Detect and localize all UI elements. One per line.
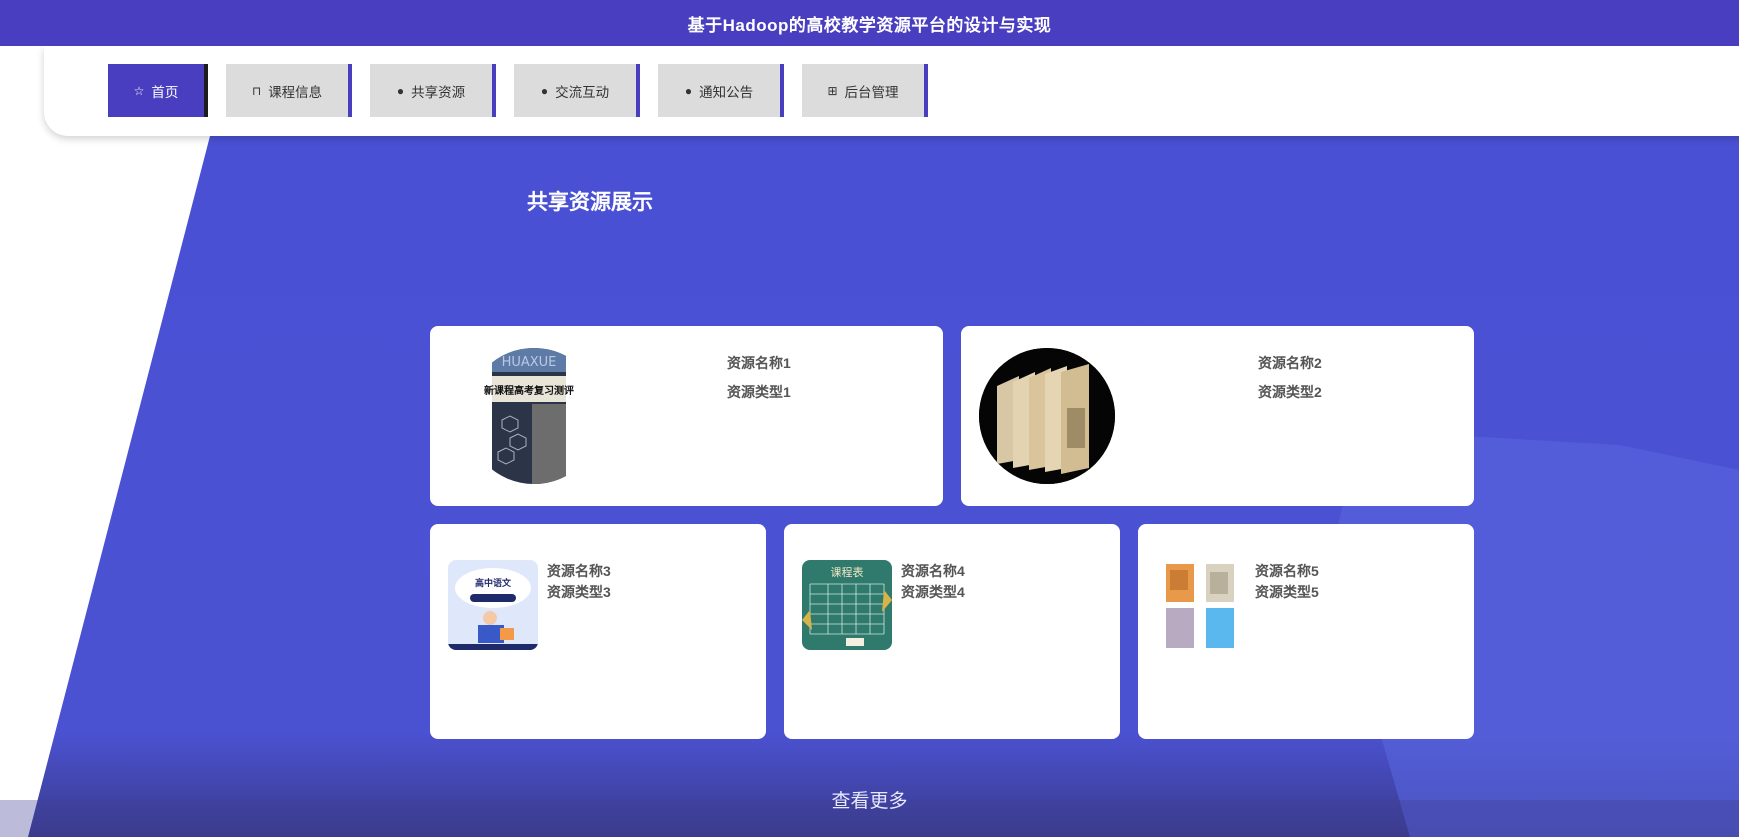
resource-thumbnail-1: HUAXUE 新课程高考复习测评 bbox=[466, 348, 602, 484]
nav-label-courses: 课程信息 bbox=[268, 84, 323, 100]
nav-item-home[interactable]: ☆ 首页 bbox=[108, 64, 208, 117]
view-more-row: 查看更多 bbox=[0, 786, 1739, 813]
site-title: 基于Hadoop的高校教学资源平台的设计与实现 bbox=[687, 15, 1052, 35]
gift-icon: ⊞ bbox=[827, 83, 838, 98]
resource-card-2[interactable]: 资源名称2 资源类型2 bbox=[961, 326, 1474, 506]
info-icon: ● bbox=[396, 83, 405, 98]
resource-card-3[interactable]: 高中语文 资源名称3 资源类型3 bbox=[430, 524, 766, 739]
resource-name-2: 资源名称2 bbox=[1258, 355, 1322, 371]
resource-name-5: 资源名称5 bbox=[1255, 563, 1319, 579]
nav-label-interaction: 交流互动 bbox=[555, 84, 610, 100]
resource-thumbnail-5 bbox=[1156, 560, 1246, 650]
book1-cover-title: 新课程高考复习测评 bbox=[484, 384, 574, 397]
section-title: 共享资源展示 bbox=[527, 191, 653, 214]
nav-label-notices: 通知公告 bbox=[699, 84, 754, 100]
resource-type-4: 资源类型4 bbox=[901, 584, 965, 600]
bag-icon: ⊓ bbox=[251, 83, 262, 98]
resource-thumbnail-4: 课程表 bbox=[802, 560, 892, 650]
nav-item-courses[interactable]: ⊓ 课程信息 bbox=[226, 64, 352, 117]
info-icon: ● bbox=[684, 83, 693, 98]
top-header: 基于Hadoop的高校教学资源平台的设计与实现 bbox=[0, 0, 1739, 46]
view-more-link[interactable]: 查看更多 bbox=[831, 791, 907, 812]
resource-card-1[interactable]: HUAXUE 新课程高考复习测评 资源名称1 资源类型1 bbox=[430, 326, 943, 506]
nav-item-interaction[interactable]: ● 交流互动 bbox=[514, 64, 640, 117]
star-icon: ☆ bbox=[133, 83, 145, 98]
book1-top-text: HUAXUE bbox=[502, 355, 557, 370]
resource-type-3: 资源类型3 bbox=[547, 584, 611, 600]
nav-item-admin[interactable]: ⊞ 后台管理 bbox=[802, 64, 928, 117]
resource-type-1: 资源类型1 bbox=[727, 384, 791, 400]
resource-card-4[interactable]: 课程表 资源名称4 资源类型4 bbox=[784, 524, 1120, 739]
resource-type-5: 资源类型5 bbox=[1255, 584, 1319, 600]
nav-label-home: 首页 bbox=[151, 84, 179, 100]
resource-name-3: 资源名称3 bbox=[547, 563, 611, 579]
resource-name-4: 资源名称4 bbox=[901, 563, 965, 579]
nav-label-shared-resources: 共享资源 bbox=[411, 84, 466, 100]
nav-item-shared-resources[interactable]: ● 共享资源 bbox=[370, 64, 496, 117]
book4-banner: 课程表 bbox=[831, 565, 864, 579]
resource-thumbnail-2 bbox=[979, 348, 1115, 484]
resource-name-1: 资源名称1 bbox=[727, 355, 791, 371]
main-nav: ☆ 首页 ⊓ 课程信息 ● 共享资源 ● 交流互动 ● 通知公告 ⊞ 后台管理 bbox=[108, 64, 928, 117]
resource-card-5[interactable]: 资源名称5 资源类型5 bbox=[1138, 524, 1474, 739]
resource-type-2: 资源类型2 bbox=[1258, 384, 1322, 400]
nav-label-admin: 后台管理 bbox=[844, 84, 899, 100]
nav-item-notices[interactable]: ● 通知公告 bbox=[658, 64, 784, 117]
help-icon: ● bbox=[540, 83, 549, 98]
resource-thumbnail-3: 高中语文 bbox=[448, 560, 538, 650]
book3-banner: 高中语文 bbox=[475, 577, 512, 589]
